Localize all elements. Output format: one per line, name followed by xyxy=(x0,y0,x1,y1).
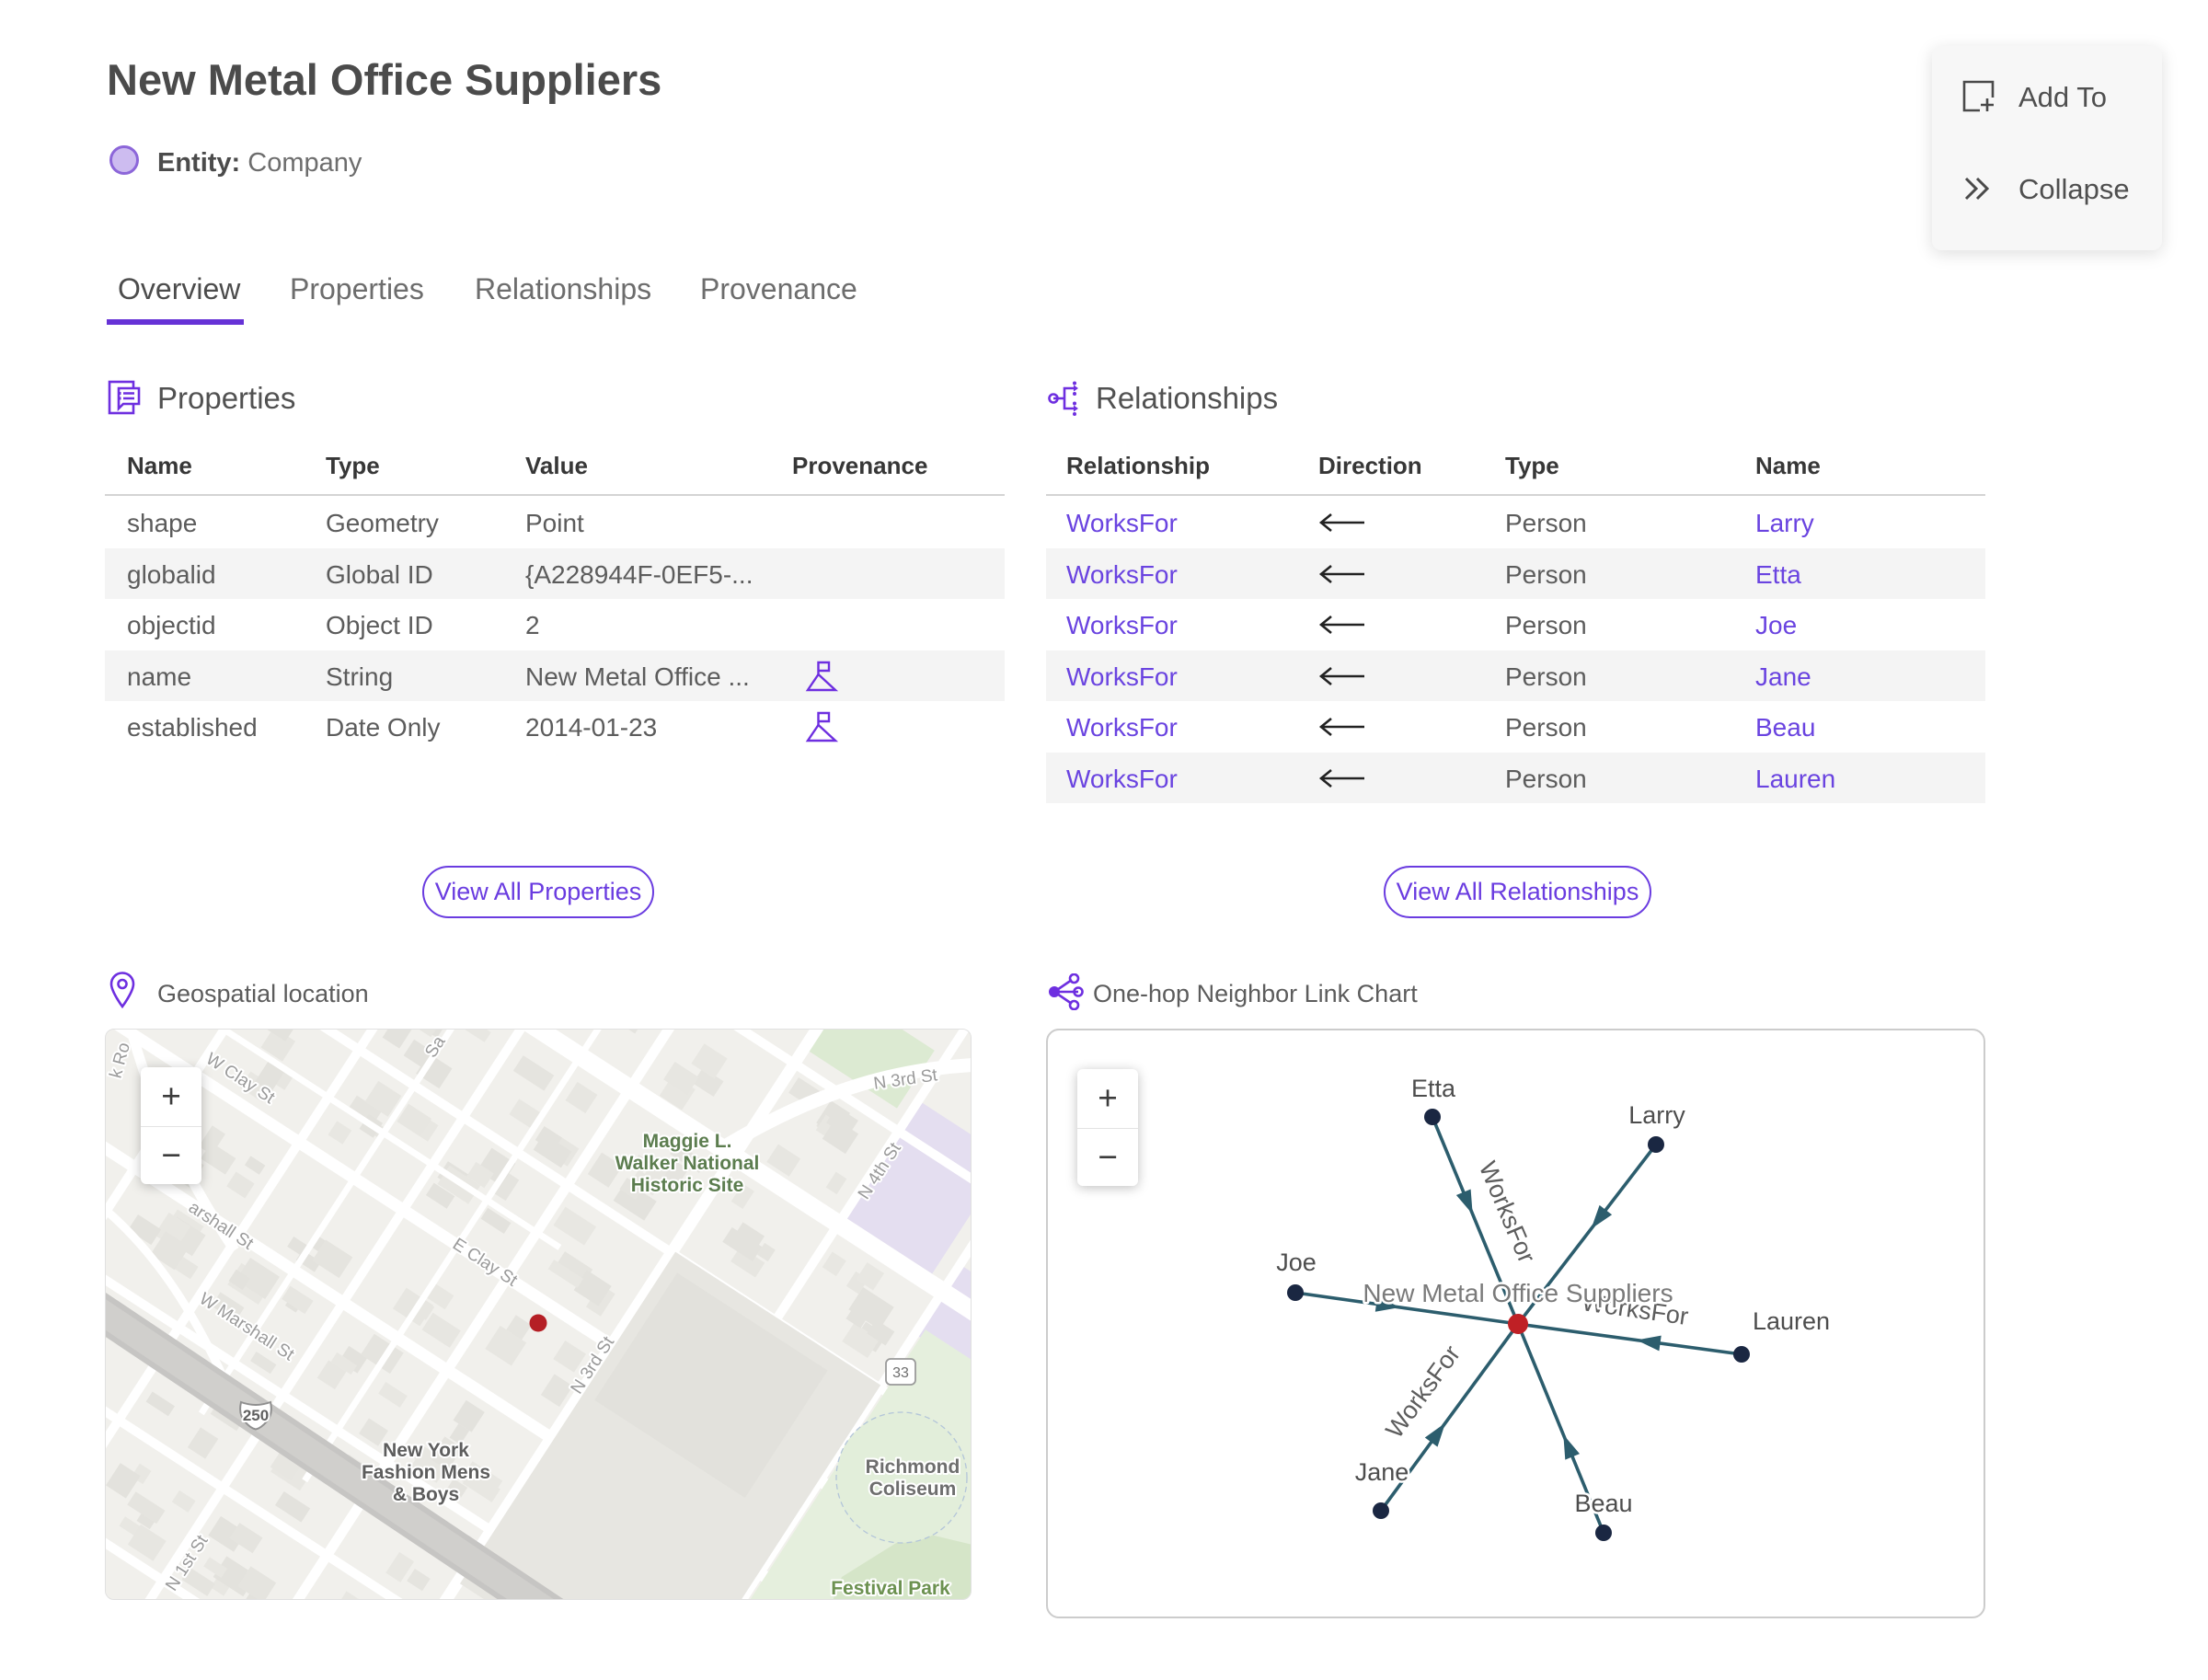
svg-text:Walker National: Walker National xyxy=(615,1153,760,1174)
svg-text:Richmond: Richmond xyxy=(866,1456,960,1478)
svg-text:Jane: Jane xyxy=(1355,1458,1409,1486)
svg-text:Lauren: Lauren xyxy=(1753,1307,1830,1335)
svg-text:WorksFor: WorksFor xyxy=(1380,1341,1466,1444)
svg-text:& Boys: & Boys xyxy=(393,1484,459,1505)
svg-text:New York: New York xyxy=(383,1440,469,1461)
svg-text:Festival Park: Festival Park xyxy=(831,1578,950,1599)
svg-text:Beau: Beau xyxy=(1574,1490,1632,1517)
svg-text:Historic Site: Historic Site xyxy=(631,1175,744,1196)
svg-text:250: 250 xyxy=(243,1407,269,1424)
svg-text:33: 33 xyxy=(892,1365,909,1381)
svg-text:Larry: Larry xyxy=(1628,1101,1685,1129)
svg-text:New Metal Office Suppliers: New Metal Office Suppliers xyxy=(1363,1279,1673,1307)
svg-text:Coliseum: Coliseum xyxy=(869,1479,957,1500)
svg-text:Fashion Mens: Fashion Mens xyxy=(362,1462,490,1483)
svg-text:WorksFor: WorksFor xyxy=(1474,1157,1541,1267)
svg-text:Etta: Etta xyxy=(1411,1075,1456,1102)
svg-text:Maggie L.: Maggie L. xyxy=(643,1131,732,1152)
svg-text:Joe: Joe xyxy=(1276,1248,1317,1276)
